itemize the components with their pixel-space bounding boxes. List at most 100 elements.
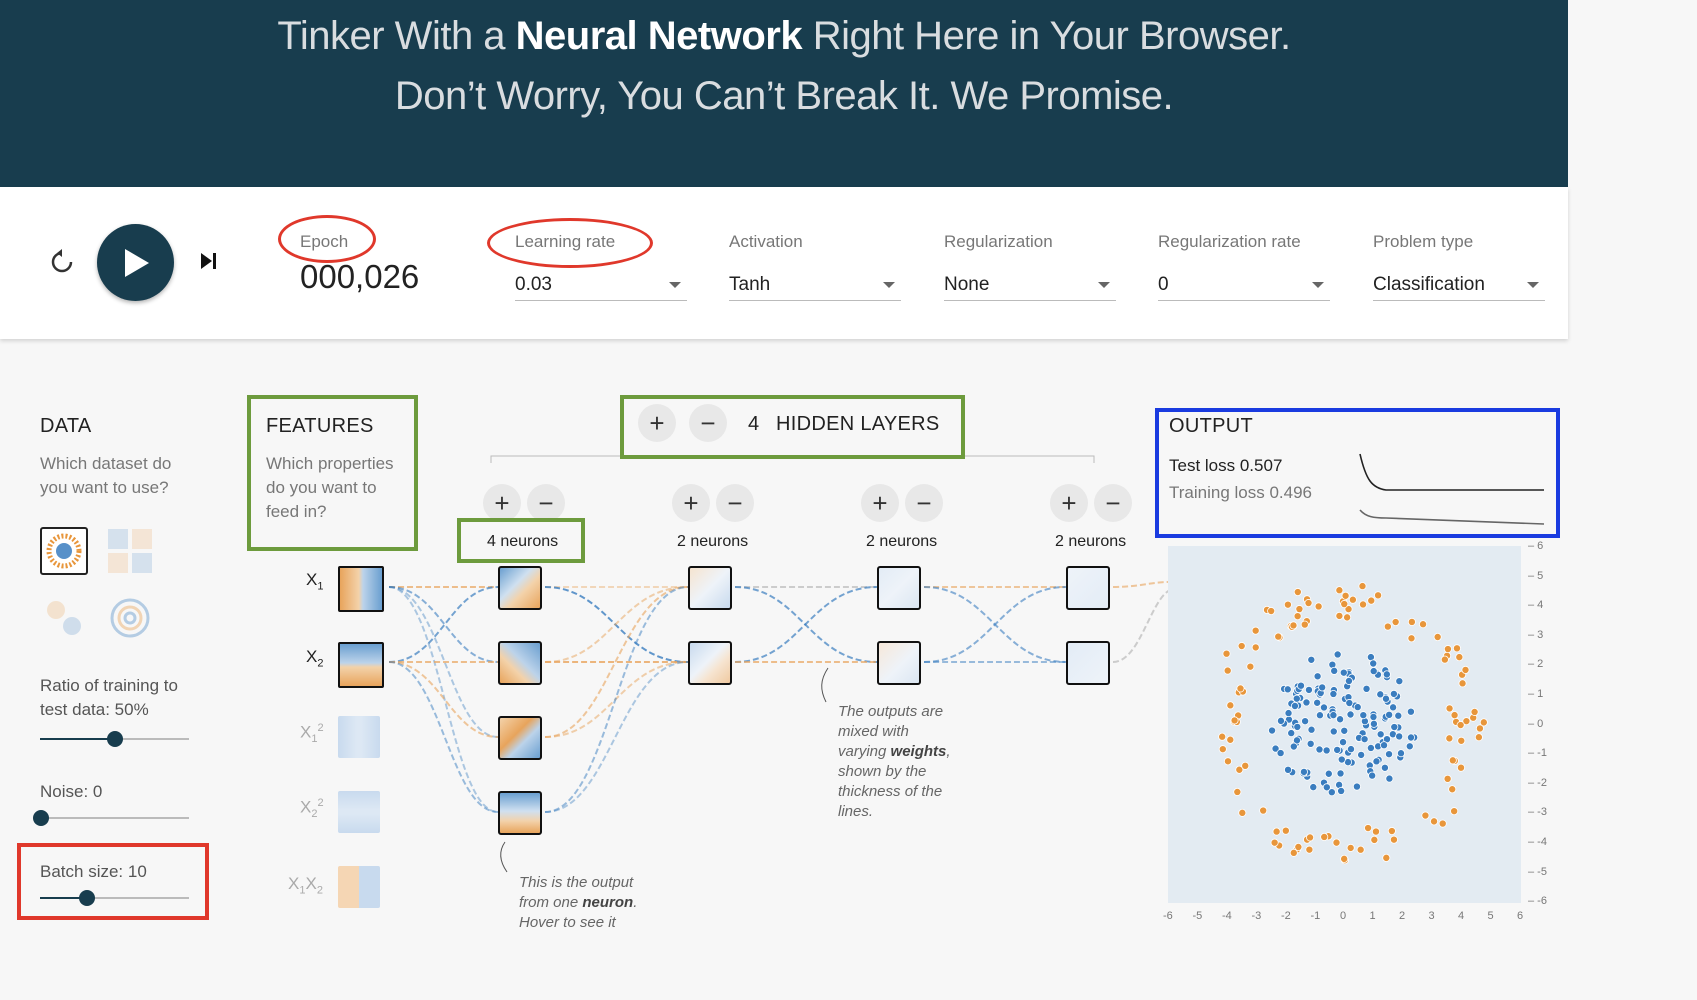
scatter-point bbox=[1301, 717, 1310, 726]
scatter-point bbox=[1391, 618, 1400, 627]
scatter-point bbox=[1251, 643, 1260, 652]
neuron-1-3[interactable] bbox=[498, 716, 542, 760]
scatter-point bbox=[1305, 845, 1314, 854]
y-tick: – -2 bbox=[1528, 776, 1547, 789]
scatter-point bbox=[1226, 735, 1235, 744]
scatter-point bbox=[1222, 649, 1231, 658]
scatter-point bbox=[1335, 586, 1344, 595]
neuron-3-2[interactable] bbox=[877, 641, 921, 685]
add-layer-button[interactable]: + bbox=[638, 404, 676, 442]
scatter-point bbox=[1387, 827, 1396, 836]
scatter-point bbox=[1443, 645, 1452, 654]
scatter-point bbox=[1440, 655, 1449, 664]
remove-neuron-button-layer-4[interactable]: − bbox=[1094, 484, 1132, 522]
add-neuron-button-layer-3[interactable]: + bbox=[861, 484, 899, 522]
y-tick: – 3 bbox=[1528, 628, 1544, 641]
scatter-point bbox=[1369, 719, 1378, 728]
scatter-point bbox=[1356, 845, 1365, 854]
neuron-1-2[interactable] bbox=[498, 641, 542, 685]
scatter-point bbox=[1450, 807, 1459, 816]
scatter-point bbox=[1293, 612, 1302, 621]
remove-neuron-button-layer-3[interactable]: − bbox=[905, 484, 943, 522]
annotation-neurons-box bbox=[457, 518, 585, 563]
hidden-layers-count: 4 bbox=[748, 413, 760, 435]
scatter-point bbox=[1274, 632, 1283, 641]
neuron-2-1[interactable] bbox=[688, 566, 732, 610]
scatter-point bbox=[1320, 832, 1329, 841]
scatter-point bbox=[1322, 746, 1331, 755]
scatter-point bbox=[1470, 707, 1479, 716]
scatter-point bbox=[1406, 707, 1415, 716]
remove-neuron-button-layer-2[interactable]: − bbox=[716, 484, 754, 522]
remove-neuron-button-layer-1[interactable]: − bbox=[527, 484, 565, 522]
neuron-4-2[interactable] bbox=[1066, 641, 1110, 685]
x-tick: -2 bbox=[1281, 910, 1291, 922]
scatter-point bbox=[1360, 735, 1369, 744]
scatter-point bbox=[1300, 620, 1309, 629]
scatter-point bbox=[1295, 605, 1304, 614]
neuron-2-2[interactable] bbox=[688, 641, 732, 685]
scatter-point bbox=[1407, 634, 1416, 643]
neuron-3-1[interactable] bbox=[877, 566, 921, 610]
scatter-point bbox=[1359, 600, 1368, 609]
scatter-point bbox=[1371, 827, 1380, 836]
scatter-point bbox=[1448, 785, 1457, 794]
scatter-point bbox=[1357, 750, 1366, 759]
scatter-point bbox=[1306, 833, 1315, 842]
scatter-point bbox=[1223, 666, 1232, 675]
scatter-point bbox=[1385, 750, 1394, 759]
x-tick: -5 bbox=[1192, 910, 1203, 922]
scatter-point bbox=[1333, 745, 1342, 754]
scatter-point bbox=[1218, 732, 1227, 741]
add-neuron-button-layer-4[interactable]: + bbox=[1050, 484, 1088, 522]
scatter-point bbox=[1364, 824, 1373, 833]
neuron-1-1[interactable] bbox=[498, 566, 542, 610]
scatter-point bbox=[1332, 838, 1341, 847]
scatter-point bbox=[1307, 725, 1316, 734]
scatter-point bbox=[1268, 726, 1277, 735]
add-neuron-button-layer-2[interactable]: + bbox=[672, 484, 710, 522]
x-tick: -1 bbox=[1310, 910, 1321, 922]
scatter-point bbox=[1346, 843, 1355, 852]
neuron-1-4[interactable] bbox=[498, 791, 542, 835]
scatter-point bbox=[1294, 842, 1303, 851]
scatter-point bbox=[1407, 617, 1416, 626]
scatter-point bbox=[1456, 721, 1465, 730]
y-tick: – -4 bbox=[1528, 836, 1547, 848]
scatter-point bbox=[1319, 703, 1328, 712]
scatter-point bbox=[1330, 666, 1339, 675]
scatter-point bbox=[1251, 626, 1260, 635]
scatter-point bbox=[1276, 749, 1285, 758]
scatter-point bbox=[1340, 600, 1349, 609]
scatter-point bbox=[1438, 819, 1447, 828]
y-tick: – 4 bbox=[1528, 599, 1544, 612]
scatter-point bbox=[1336, 769, 1345, 778]
scatter-point bbox=[1307, 655, 1316, 664]
scatter-point bbox=[1267, 607, 1276, 616]
scatter-point bbox=[1287, 729, 1296, 738]
x-tick: -4 bbox=[1222, 910, 1232, 922]
y-tick: – 0 bbox=[1528, 717, 1544, 730]
scatter-point bbox=[1236, 684, 1245, 693]
scatter-point bbox=[1381, 694, 1390, 703]
scatter-point bbox=[1259, 806, 1268, 815]
scatter-point bbox=[1314, 602, 1323, 611]
scatter-point bbox=[1233, 787, 1242, 796]
neuron-4-1[interactable] bbox=[1066, 566, 1110, 610]
add-neuron-button-layer-1[interactable]: + bbox=[483, 484, 521, 522]
output-title: OUTPUT bbox=[1169, 415, 1254, 437]
y-tick: – -1 bbox=[1528, 747, 1547, 760]
scatter-point bbox=[1270, 838, 1279, 847]
x-tick: 1 bbox=[1369, 910, 1376, 922]
scatter-point bbox=[1390, 723, 1399, 732]
scatter-point bbox=[1340, 726, 1349, 735]
remove-layer-button[interactable]: − bbox=[689, 404, 727, 442]
scatter-point bbox=[1479, 718, 1488, 727]
y-tick: – -3 bbox=[1528, 806, 1547, 819]
training-loss: Training loss 0.496 bbox=[1169, 483, 1313, 502]
loss-curve-chart bbox=[1359, 453, 1545, 525]
scatter-point bbox=[1368, 771, 1377, 780]
scatter-point bbox=[1226, 701, 1235, 710]
x-tick: 6 bbox=[1517, 910, 1524, 922]
scatter-point bbox=[1419, 620, 1428, 629]
